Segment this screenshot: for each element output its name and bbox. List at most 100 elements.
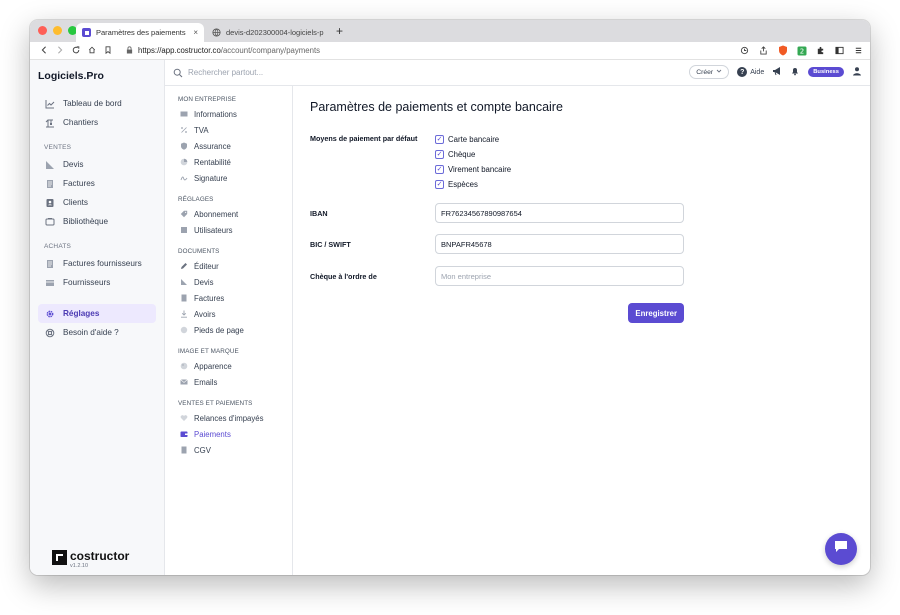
reload-icon[interactable]: [68, 45, 84, 56]
sidebar-item-label: Devis: [63, 160, 84, 169]
library-icon: [45, 217, 55, 227]
share-icon[interactable]: [758, 45, 769, 56]
checkbox-label: Espèces: [448, 179, 478, 189]
reader-icon[interactable]: [739, 45, 750, 56]
new-tab-button[interactable]: +: [336, 24, 343, 38]
brave-shield-icon[interactable]: [777, 45, 788, 56]
subnav-item-label: Rentabilité: [194, 157, 231, 167]
cheque-order-row: Chèque à l'ordre de Mon entreprise: [310, 266, 853, 286]
subnav-item-tva[interactable]: TVA: [165, 122, 292, 138]
subnav-item-label: Éditeur: [194, 261, 219, 271]
sidebar-item-factures-fournisseurs[interactable]: Factures fournisseurs: [30, 254, 164, 273]
invoice-icon: [180, 294, 188, 302]
subnav-item-editeur[interactable]: Éditeur: [165, 258, 292, 274]
help-button[interactable]: ? Aide: [737, 67, 764, 77]
browser-tab-devis-pdf[interactable]: devis-d202300004-logiciels-pro.pd: [206, 23, 330, 42]
checkbox-carte-bancaire[interactable]: ✓: [435, 134, 444, 144]
invoice-icon: [45, 179, 55, 189]
payment-method-especes[interactable]: ✓ Espèces: [435, 179, 511, 189]
payment-methods-row: Moyens de paiement par défaut ✓ Carte ba…: [310, 134, 853, 189]
subnav-section-reglages: RÉGLAGES: [178, 196, 214, 203]
browser-window: Paramètres des paiements - Co × devis-d2…: [30, 20, 870, 575]
svg-text:2: 2: [799, 47, 803, 55]
sidebar-item-bibliotheque[interactable]: Bibliothèque: [30, 212, 164, 231]
create-label: Créer: [696, 68, 714, 76]
checkbox-virement-bancaire[interactable]: ✓: [435, 164, 444, 174]
bell-icon[interactable]: [790, 66, 800, 78]
subnav-item-emails[interactable]: Emails: [165, 374, 292, 390]
payment-methods-label: Moyens de paiement par défaut: [310, 134, 418, 143]
globe-icon: [212, 28, 221, 37]
subnav-item-relances[interactable]: Relances d'impayés: [165, 410, 292, 426]
sidebar-item-clients[interactable]: Clients: [30, 193, 164, 212]
subnav-item-rentabilite[interactable]: Rentabilité: [165, 154, 292, 170]
sidebar-toggle-icon[interactable]: [834, 45, 845, 56]
search-input[interactable]: Rechercher partout...: [188, 68, 263, 77]
global-search[interactable]: Rechercher partout...: [173, 68, 263, 78]
company-name: Logiciels.Pro: [38, 70, 104, 82]
back-icon[interactable]: [36, 45, 52, 56]
users-icon: [180, 226, 188, 234]
extension-green-icon[interactable]: 2: [796, 45, 807, 56]
subnav-section-mon-entreprise: MON ENTREPRISE: [178, 96, 237, 103]
iban-input[interactable]: FR76234567890987654: [435, 203, 684, 223]
subnav-item-assurance[interactable]: Assurance: [165, 138, 292, 154]
payment-method-cheque[interactable]: ✓ Chèque: [435, 149, 511, 159]
close-window-button[interactable]: [38, 26, 47, 35]
minimize-window-button[interactable]: [53, 26, 62, 35]
sidebar-item-label: Réglages: [63, 309, 100, 318]
puzzle-icon[interactable]: [815, 45, 826, 56]
tab-close-icon[interactable]: ×: [193, 28, 198, 37]
sidebar-item-label: Factures fournisseurs: [63, 259, 142, 268]
create-dropdown-button[interactable]: Créer: [689, 65, 730, 79]
checkbox-label: Virement bancaire: [448, 164, 512, 174]
save-button[interactable]: Enregistrer: [628, 303, 684, 323]
subnav-item-devis[interactable]: Devis: [165, 274, 292, 290]
subnav-item-factures[interactable]: Factures: [165, 290, 292, 306]
sidebar-item-dashboard[interactable]: Tableau de bord: [30, 94, 164, 113]
sidebar-item-reglages[interactable]: Réglages: [38, 304, 156, 323]
sidebar-item-factures[interactable]: Factures: [30, 174, 164, 193]
menu-icon[interactable]: [853, 45, 864, 56]
subnav-item-informations[interactable]: Informations: [165, 106, 292, 122]
sidebar-item-aide[interactable]: Besoin d'aide ?: [30, 323, 164, 342]
megaphone-icon[interactable]: [772, 66, 782, 78]
home-icon[interactable]: [84, 46, 100, 56]
checkbox-especes[interactable]: ✓: [435, 179, 444, 189]
payment-method-carte[interactable]: ✓ Carte bancaire: [435, 134, 511, 144]
bookmark-icon[interactable]: [100, 45, 116, 56]
subnav-item-utilisateurs[interactable]: Utilisateurs: [165, 222, 292, 238]
chat-support-button[interactable]: [825, 533, 857, 565]
subnav-item-paiements[interactable]: Paiements: [165, 426, 292, 442]
sidebar-item-devis[interactable]: Devis: [30, 155, 164, 174]
cheque-order-input[interactable]: Mon entreprise: [435, 266, 684, 286]
subnav-item-label: Devis: [194, 277, 214, 287]
subnav-item-label: Factures: [194, 293, 225, 303]
download-icon: [180, 310, 188, 318]
subnav-item-label: Informations: [194, 109, 237, 119]
subnav-item-avoirs[interactable]: Avoirs: [165, 306, 292, 322]
sidebar-section-ventes: VENTES: [44, 144, 72, 151]
top-bar: Rechercher partout... Créer ? Aide Busin…: [165, 60, 870, 86]
subnav-section-ventes-et-paiements: VENTES ET PAIEMENTS: [178, 400, 253, 407]
subnav-item-abonnement[interactable]: Abonnement: [165, 206, 292, 222]
address-bar[interactable]: https://app.costructor.co/account/compan…: [126, 45, 320, 56]
app-root: Logiciels.Pro Tableau de bord Chantiers …: [30, 60, 870, 575]
bic-input[interactable]: BNPAFR45678: [435, 234, 684, 254]
subnav-item-pieds-de-page[interactable]: Pieds de page: [165, 322, 292, 338]
subnav-section-image-et-marque: IMAGE ET MARQUE: [178, 348, 239, 355]
subnav-item-signature[interactable]: Signature: [165, 170, 292, 186]
sidebar-item-chantiers[interactable]: Chantiers: [30, 113, 164, 132]
checkbox-label: Carte bancaire: [448, 134, 500, 144]
bic-row: BIC / SWIFT BNPAFR45678: [310, 234, 853, 254]
sidebar-item-fournisseurs[interactable]: Fournisseurs: [30, 273, 164, 292]
payment-method-virement[interactable]: ✓ Virement bancaire: [435, 164, 511, 174]
forward-icon[interactable]: [52, 45, 68, 56]
user-avatar-icon[interactable]: [852, 66, 862, 78]
subnav-item-label: Utilisateurs: [194, 225, 233, 235]
subnav-item-cgv[interactable]: CGV: [165, 442, 292, 458]
checkbox-cheque[interactable]: ✓: [435, 149, 444, 159]
browser-tab-payments[interactable]: Paramètres des paiements - Co ×: [76, 23, 204, 42]
subnav-item-apparence[interactable]: Apparence: [165, 358, 292, 374]
sidebar-item-label: Chantiers: [63, 118, 99, 127]
